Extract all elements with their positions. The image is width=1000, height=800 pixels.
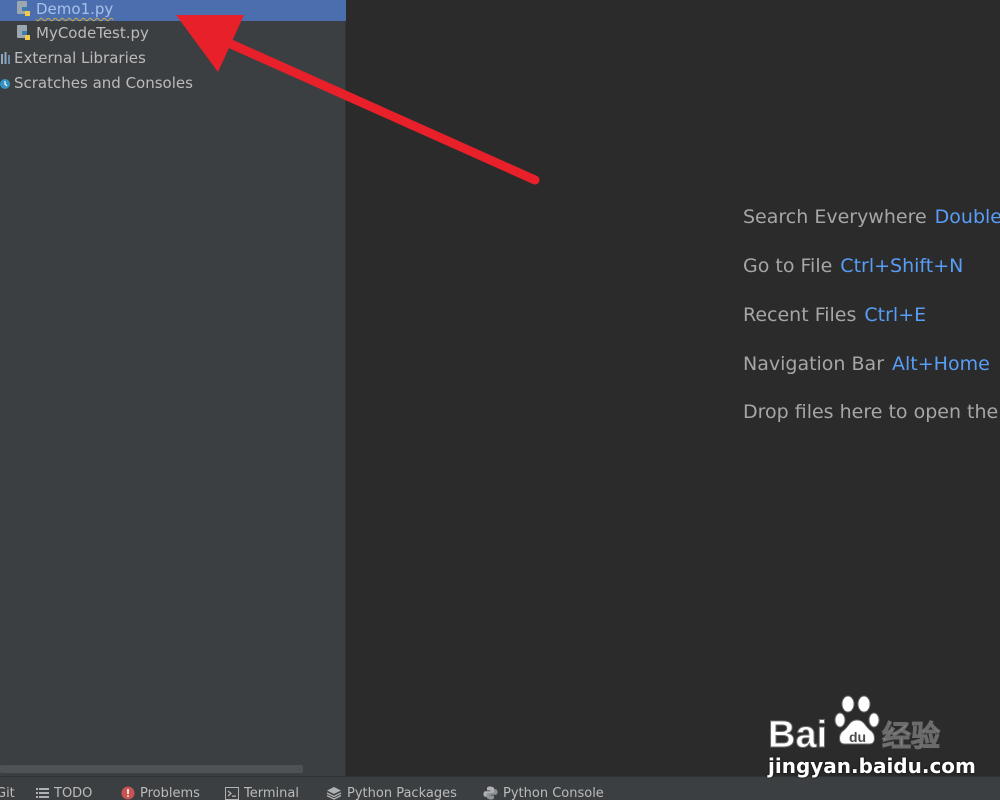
tree-item-label: MyCodeTest.py: [36, 24, 149, 42]
hint-go-to-file: Go to File Ctrl+Shift+N: [743, 255, 964, 277]
shortcut-label: Ctrl+E: [864, 304, 927, 326]
tree-item-demo1[interactable]: Demo1.py: [0, 0, 361, 21]
scratch-icon: [0, 79, 10, 89]
hint-recent-files: Recent Files Ctrl+E: [743, 304, 927, 326]
shortcut-label: Alt+Home: [892, 353, 990, 375]
error-icon: [121, 786, 135, 800]
tool-button-python-packages[interactable]: Python Packages: [326, 777, 457, 800]
watermark-url: jingyan.baidu.com: [768, 754, 976, 778]
hint-search-everywhere: Search Everywhere Double: [743, 206, 1000, 228]
python-icon: [483, 786, 498, 800]
editor-empty-area[interactable]: Search Everywhere Double Go to File Ctrl+S…: [346, 0, 1000, 776]
python-file-icon: [17, 25, 30, 40]
tree-item-label: Scratches and Consoles: [14, 74, 193, 92]
tree-item-label: Demo1.py: [36, 0, 114, 18]
shortcut-label: Double: [934, 206, 1000, 228]
shortcut-label: Ctrl+Shift+N: [840, 255, 964, 277]
tool-button-todo[interactable]: TODO: [36, 777, 92, 800]
layers-icon: [326, 787, 342, 800]
python-file-icon: [17, 1, 30, 16]
tree-item-mycodetest[interactable]: MyCodeTest.py: [0, 21, 361, 45]
tree-item-external-libraries[interactable]: External Libraries: [0, 46, 345, 70]
tool-button-problems[interactable]: Problems: [121, 777, 200, 800]
tree-item-scratches[interactable]: Scratches and Consoles: [0, 71, 345, 95]
tool-window-bar: Git TODO Problems Terminal Python Packag…: [0, 776, 1000, 800]
library-icon: [1, 52, 10, 64]
tree-item-label: External Libraries: [14, 49, 146, 67]
project-tree-panel: Demo1.py MyCodeTest.py External Librarie…: [0, 0, 361, 776]
tool-button-git[interactable]: Git: [0, 777, 15, 800]
horizontal-scrollbar[interactable]: [0, 765, 303, 773]
tool-button-terminal[interactable]: Terminal: [225, 777, 299, 800]
hint-navigation-bar: Navigation Bar Alt+Home: [743, 353, 990, 375]
hint-drop-files: Drop files here to open the: [743, 401, 999, 423]
list-icon: [36, 788, 49, 798]
terminal-icon: [225, 786, 239, 800]
tool-button-python-console[interactable]: Python Console: [483, 777, 604, 800]
ide-window: Demo1.py MyCodeTest.py External Librarie…: [0, 0, 1000, 800]
